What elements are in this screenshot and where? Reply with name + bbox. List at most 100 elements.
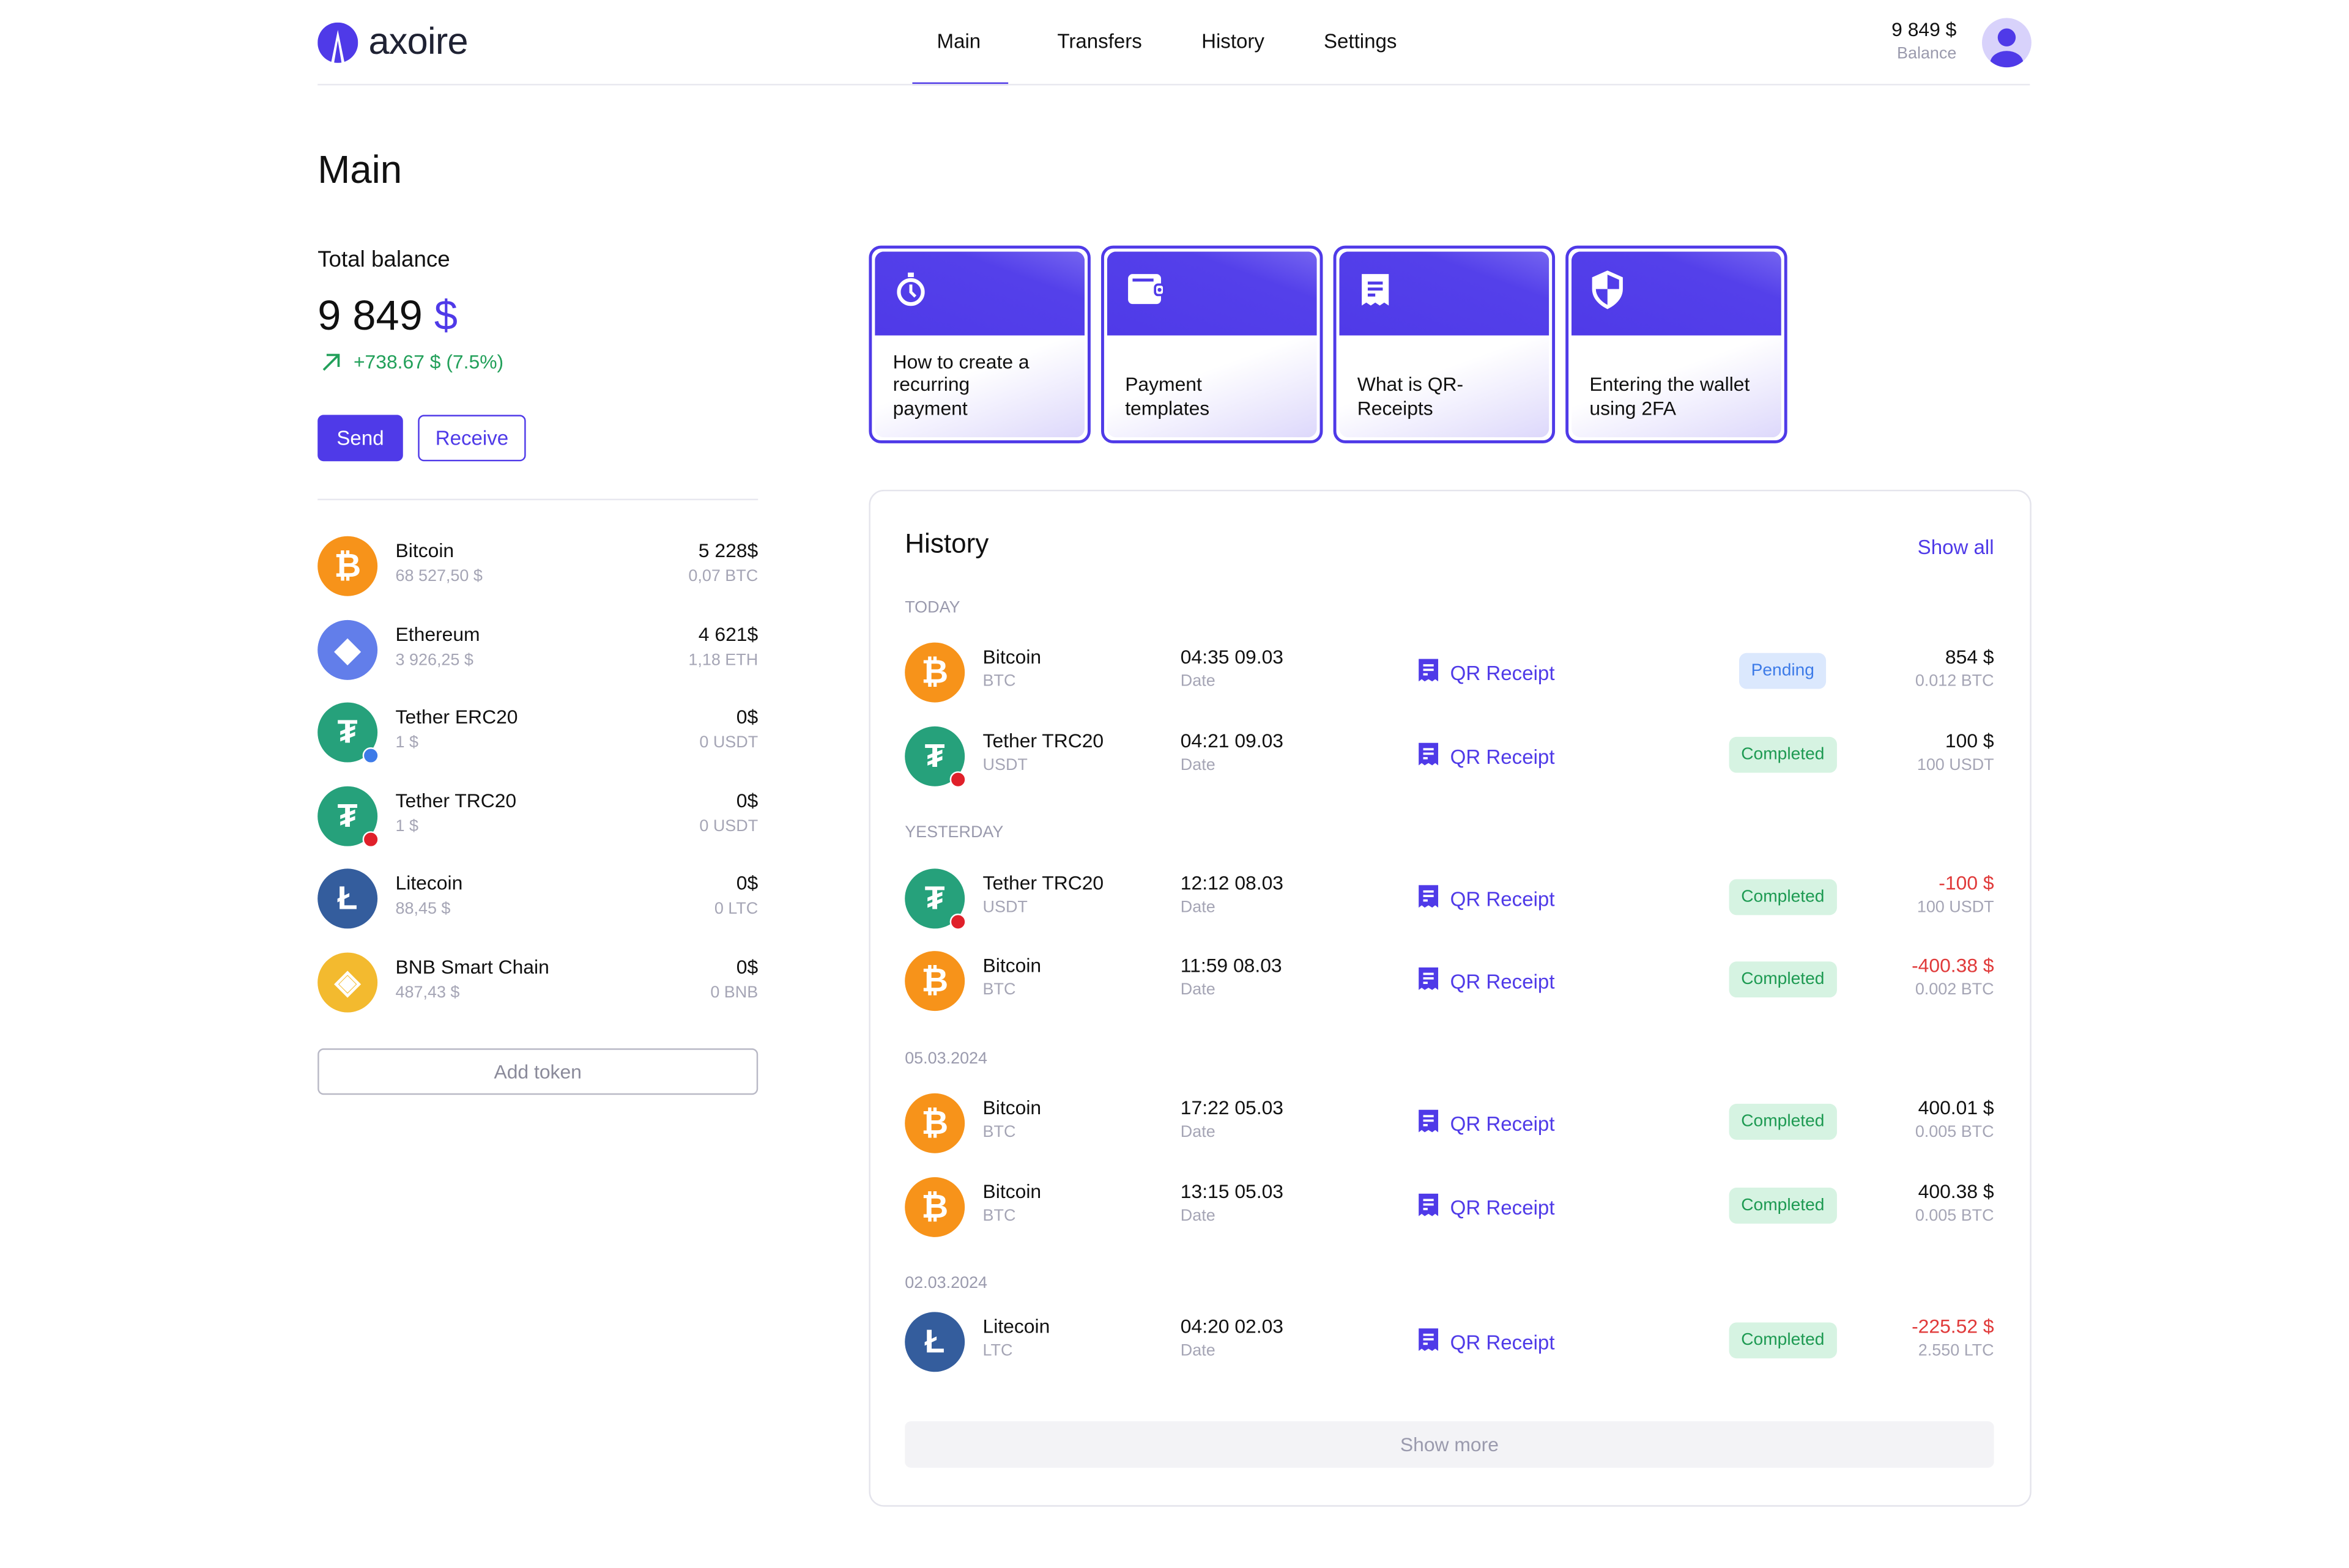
transaction-time: 13:15 05.03: [1181, 1180, 1283, 1203]
bitcoin-icon: ₿: [905, 1177, 965, 1237]
history-row[interactable]: ₿BitcoinBTC04:35 09.03DateQR ReceiptPend…: [905, 640, 1994, 706]
balance-change-text: +738.67 $ (7.5%): [354, 350, 503, 373]
qr-receipt-label: QR Receipt: [1450, 661, 1555, 684]
network-badge-icon: [363, 747, 379, 764]
nav-transfers[interactable]: Transfers: [1057, 30, 1141, 53]
qr-receipt-label: QR Receipt: [1450, 887, 1555, 910]
transaction-time: 04:35 09.03: [1181, 646, 1283, 668]
receipt-icon: [1417, 657, 1440, 687]
guide-card[interactable]: What is QR-Receipts: [1334, 246, 1555, 443]
transaction-quantity: 100 USDT: [1917, 756, 1994, 774]
transaction-asset: Bitcoin: [983, 1180, 1042, 1203]
guide-card-title: Entering the wallet using 2FA: [1589, 373, 1754, 420]
qr-receipt-link[interactable]: QR Receipt: [1417, 966, 1555, 996]
guide-card-inner: Entering the wallet using 2FA: [1572, 251, 1781, 437]
show-more-button[interactable]: Show more: [905, 1421, 1994, 1468]
transaction-time: 04:20 02.03: [1181, 1315, 1283, 1337]
tether-icon: ₮: [317, 786, 377, 846]
history-row[interactable]: ₿BitcoinBTC13:15 05.03DateQR ReceiptComp…: [905, 1174, 1994, 1240]
history-row[interactable]: ŁLitecoinLTC04:20 02.03DateQR ReceiptCom…: [905, 1309, 1994, 1375]
litecoin-icon: Ł: [317, 868, 377, 928]
qr-receipt-label: QR Receipt: [1450, 1196, 1555, 1219]
transaction-asset: Bitcoin: [983, 1096, 1042, 1119]
user-icon: [1982, 18, 2032, 67]
qr-receipt-label: QR Receipt: [1450, 1112, 1555, 1134]
transaction-amount: 100 $: [1945, 730, 1994, 752]
token-amount: 0$: [737, 955, 758, 977]
status-badge: Pending: [1739, 653, 1827, 689]
network-badge-icon: [363, 830, 379, 847]
receive-button[interactable]: Receive: [418, 415, 525, 461]
qr-receipt-link[interactable]: QR Receipt: [1417, 741, 1555, 771]
transaction-amount: 400.38 $: [1918, 1180, 1994, 1203]
brand-logo[interactable]: axoire: [317, 21, 468, 64]
transaction-ticker: USDT: [983, 756, 1028, 774]
guide-card[interactable]: Payment templates: [1101, 246, 1323, 443]
bnb-icon: ◈: [317, 952, 377, 1011]
header-balance-label: Balance: [1891, 45, 1956, 62]
qr-receipt-label: QR Receipt: [1450, 745, 1555, 767]
guide-card-body: What is QR-Receipts: [1339, 336, 1549, 438]
token-quantity: 1,18 ETH: [688, 651, 758, 668]
show-all-link[interactable]: Show all: [1918, 536, 1994, 559]
token-name: Tether ERC20: [396, 705, 518, 728]
history-title: History: [905, 528, 989, 560]
transaction-time: 04:21 09.03: [1181, 730, 1283, 752]
guide-card-body: Entering the wallet using 2FA: [1572, 336, 1781, 438]
history-group-label: TODAY: [905, 599, 960, 617]
transaction-date-label: Date: [1181, 1207, 1215, 1225]
token-amount: 5 228$: [699, 539, 758, 562]
qr-receipt-link[interactable]: QR Receipt: [1417, 657, 1555, 687]
bitcoin-icon: ₿: [905, 951, 965, 1011]
token-name: BNB Smart Chain: [396, 955, 549, 977]
nav-settings[interactable]: Settings: [1324, 30, 1397, 53]
token-price: 1 $: [396, 817, 418, 835]
total-balance-currency: $: [434, 292, 458, 339]
token-row[interactable]: ₿Bitcoin68 527,50 $5 228$0,07 BTC: [317, 533, 758, 599]
guide-card-title: Payment templates: [1125, 373, 1290, 420]
bitcoin-icon: ₿: [317, 536, 377, 596]
guide-card[interactable]: Entering the wallet using 2FA: [1565, 246, 1787, 443]
nav-main[interactable]: Main: [937, 30, 981, 53]
litecoin-icon: Ł: [905, 1312, 965, 1372]
guide-card-inner: How to create a recurring payment: [875, 251, 1085, 437]
history-row[interactable]: ₿BitcoinBTC17:22 05.03DateQR ReceiptComp…: [905, 1090, 1994, 1156]
qr-receipt-link[interactable]: QR Receipt: [1417, 1327, 1555, 1357]
tether-icon: ₮: [905, 868, 965, 928]
token-row[interactable]: ŁLitecoin88,45 $0$0 LTC: [317, 866, 758, 932]
transaction-asset: Litecoin: [983, 1315, 1050, 1337]
user-avatar[interactable]: [1982, 18, 2032, 67]
header-balance-value: 9 849 $: [1891, 18, 1956, 40]
token-name: Bitcoin: [396, 539, 455, 562]
token-name: Ethereum: [396, 623, 480, 645]
add-token-button[interactable]: Add token: [317, 1048, 758, 1095]
qr-receipt-link[interactable]: QR Receipt: [1417, 884, 1555, 914]
guide-card[interactable]: How to create a recurring payment: [869, 246, 1090, 443]
guide-card-inner: What is QR-Receipts: [1339, 251, 1549, 437]
history-row[interactable]: ₮Tether TRC20USDT04:21 09.03DateQR Recei…: [905, 723, 1994, 790]
transaction-quantity: 0.005 BTC: [1915, 1123, 1994, 1141]
qr-receipt-link[interactable]: QR Receipt: [1417, 1192, 1555, 1222]
token-price: 1 $: [396, 734, 418, 752]
ethereum-icon: ◆: [317, 619, 377, 679]
status-badge: Completed: [1729, 1104, 1836, 1140]
bitcoin-icon: ₿: [905, 643, 965, 703]
transaction-asset: Bitcoin: [983, 954, 1042, 977]
receipt-icon: [1417, 1327, 1440, 1357]
qr-receipt-link[interactable]: QR Receipt: [1417, 1108, 1555, 1138]
history-group-label: 02.03.2024: [905, 1274, 987, 1292]
history-group-label: 05.03.2024: [905, 1050, 987, 1068]
token-price: 3 926,25 $: [396, 651, 473, 668]
token-amount: 0$: [737, 705, 758, 728]
token-row[interactable]: ₮Tether TRC201 $0$0 USDT: [317, 783, 758, 849]
token-quantity: 0 BNB: [710, 983, 758, 1001]
token-row[interactable]: ◈BNB Smart Chain487,43 $0$0 BNB: [317, 949, 758, 1015]
history-row[interactable]: ₿BitcoinBTC11:59 08.03DateQR ReceiptComp…: [905, 948, 1994, 1014]
history-row[interactable]: ₮Tether TRC20USDT12:12 08.03DateQR Recei…: [905, 866, 1994, 932]
bitcoin-icon: ₿: [905, 1093, 965, 1153]
send-button[interactable]: Send: [317, 415, 403, 461]
token-row[interactable]: ₮Tether ERC201 $0$0 USDT: [317, 700, 758, 766]
token-quantity: 0,07 BTC: [688, 568, 758, 585]
token-row[interactable]: ◆Ethereum3 926,25 $4 621$1,18 ETH: [317, 616, 758, 682]
nav-history[interactable]: History: [1201, 30, 1264, 53]
